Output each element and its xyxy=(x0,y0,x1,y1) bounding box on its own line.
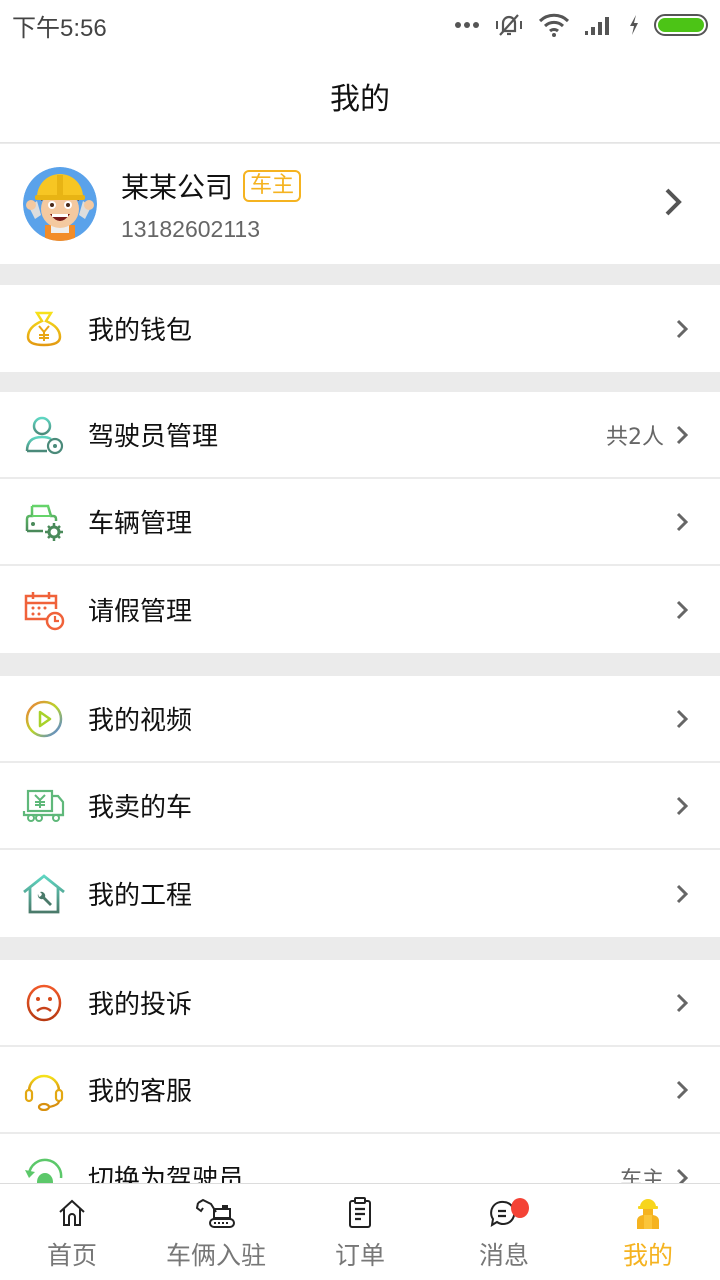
avatar xyxy=(23,167,97,241)
menu-item-label: 我的工程 xyxy=(88,881,193,911)
video-play-icon xyxy=(22,697,66,741)
profile-card[interactable]: 某某公司 车主 13182602113 xyxy=(0,144,720,264)
chat-icon xyxy=(489,1196,529,1230)
menu-item-complaints[interactable]: 我的投诉 xyxy=(0,960,720,1047)
menu-item-label: 切换为驾驶员 xyxy=(88,1165,245,1183)
menu-item-sold-vehicles[interactable]: 我卖的车 xyxy=(0,763,720,850)
menu-item-label: 我的客服 xyxy=(88,1077,193,1107)
wallet-icon xyxy=(22,307,66,351)
phone-number: 13182602113 xyxy=(121,215,260,242)
chevron-right-icon xyxy=(676,319,688,339)
menu-item-driver-management[interactable]: 驾驶员管理 共2人 xyxy=(0,392,720,479)
menu-item-label: 我的视频 xyxy=(88,706,193,736)
header: 我的 xyxy=(0,50,720,143)
more-dots-icon xyxy=(454,20,480,30)
tab-label: 我的 xyxy=(622,1241,673,1270)
current-role: 车主 xyxy=(619,1167,664,1184)
chevron-right-icon xyxy=(676,796,688,816)
chevron-right-icon xyxy=(676,425,688,445)
tab-vehicle-registration[interactable]: 车俩入驻 xyxy=(144,1184,288,1280)
menu-item-leave-management[interactable]: 请假管理 xyxy=(0,566,720,653)
status-bar: 下午5:56 xyxy=(0,0,720,50)
profile-name-row: 某某公司 车主 xyxy=(121,166,664,206)
menu-item-label: 我的钱包 xyxy=(88,316,193,346)
profile-info: 某某公司 车主 13182602113 xyxy=(121,166,664,243)
tab-orders[interactable]: 订单 xyxy=(288,1184,432,1280)
chevron-right-icon xyxy=(676,1080,688,1100)
menu-group-management: 驾驶员管理 共2人 车辆管理 请假管理 xyxy=(0,392,720,653)
tab-messages[interactable]: 消息 xyxy=(432,1184,576,1280)
signal-icon xyxy=(584,14,614,36)
menu-group-content: 我的视频 我卖的车 我的工程 xyxy=(0,676,720,937)
tab-home[interactable]: 首页 xyxy=(0,1184,144,1280)
chevron-right-icon xyxy=(676,512,688,532)
menu-item-switch-role[interactable]: 切换为驾驶员 车主 xyxy=(0,1134,720,1183)
menu-item-label: 我卖的车 xyxy=(88,793,193,823)
vehicle-settings-icon xyxy=(22,500,66,544)
menu-item-wallet[interactable]: 我的钱包 xyxy=(0,285,720,372)
menu-item-customer-service[interactable]: 我的客服 xyxy=(0,1047,720,1134)
menu-item-my-videos[interactable]: 我的视频 xyxy=(0,676,720,763)
chevron-right-icon xyxy=(676,993,688,1013)
worker-icon xyxy=(633,1196,663,1230)
chevron-right-icon xyxy=(676,1168,688,1183)
charging-icon xyxy=(628,14,640,36)
tab-label: 订单 xyxy=(334,1241,385,1270)
menu-item-label: 车辆管理 xyxy=(88,509,193,539)
unread-badge-dot xyxy=(511,1198,529,1218)
tab-label: 消息 xyxy=(478,1241,529,1270)
project-house-icon xyxy=(22,872,66,916)
wifi-icon xyxy=(538,13,570,37)
driver-count: 共2人 xyxy=(606,424,664,450)
complaint-face-icon xyxy=(22,981,66,1025)
tab-mine[interactable]: 我的 xyxy=(576,1184,720,1280)
tab-label: 首页 xyxy=(46,1241,97,1270)
menu-group-support: 我的投诉 我的客服 切换为驾驶员 车主 xyxy=(0,960,720,1183)
status-time: 下午5:56 xyxy=(12,14,107,42)
menu-group-wallet: 我的钱包 xyxy=(0,285,720,372)
menu-item-label: 我的投诉 xyxy=(88,990,193,1020)
tab-label: 车俩入驻 xyxy=(165,1241,266,1270)
menu-item-label: 驾驶员管理 xyxy=(88,422,219,452)
menu-item-my-projects[interactable]: 我的工程 xyxy=(0,850,720,937)
leave-calendar-icon xyxy=(22,588,66,632)
home-icon xyxy=(57,1196,87,1230)
chevron-right-icon xyxy=(664,187,682,221)
mute-icon xyxy=(494,11,524,39)
excavator-icon xyxy=(196,1196,236,1230)
chevron-right-icon xyxy=(676,600,688,620)
role-badge: 车主 xyxy=(243,169,302,202)
driver-icon xyxy=(22,413,66,457)
page-title: 我的 xyxy=(330,82,390,117)
chevron-right-icon xyxy=(676,884,688,904)
headset-icon xyxy=(22,1068,66,1112)
bottom-tab-bar: 首页 车俩入驻 订单 消息 我的 xyxy=(0,1183,720,1280)
chevron-right-icon xyxy=(676,709,688,729)
status-icons xyxy=(454,11,708,39)
sell-truck-icon xyxy=(22,784,66,828)
switch-role-icon xyxy=(22,1156,66,1183)
menu-item-label: 请假管理 xyxy=(88,597,193,627)
clipboard-icon xyxy=(347,1196,373,1230)
menu-item-vehicle-management[interactable]: 车辆管理 xyxy=(0,479,720,566)
battery-icon xyxy=(654,13,708,37)
company-name: 某某公司 xyxy=(121,170,234,204)
